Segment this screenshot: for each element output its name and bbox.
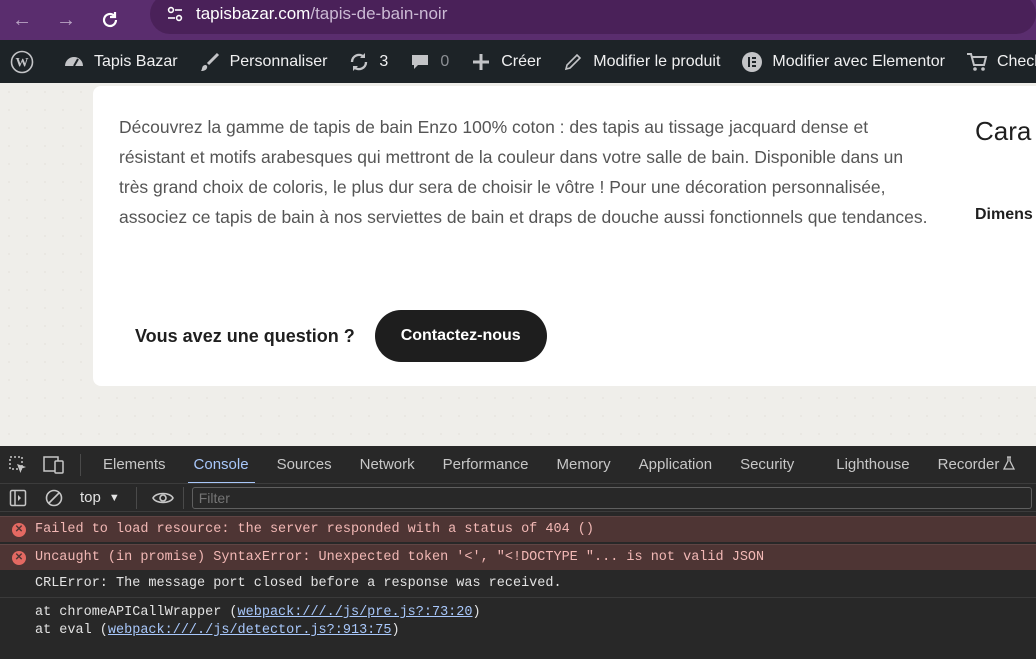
- updates-count: 3: [379, 52, 389, 70]
- sidebar-icon: [9, 489, 27, 506]
- frame-prefix: at eval (: [35, 623, 108, 638]
- log-message: CRLError: The message port closed before…: [35, 576, 562, 591]
- product-description: Découvrez la gamme de tapis de bain Enzo…: [119, 117, 928, 227]
- inspect-element-button[interactable]: [0, 446, 36, 483]
- wp-new-content[interactable]: Créer: [459, 40, 551, 83]
- customize-label: Personnaliser: [229, 52, 328, 70]
- source-link[interactable]: webpack:///./js/detector.js?:913:75: [108, 623, 392, 638]
- toolbar-divider: [182, 486, 184, 509]
- pencil-icon: [561, 50, 585, 74]
- frame-suffix: ): [391, 623, 400, 638]
- console-sidebar-button[interactable]: [0, 484, 36, 512]
- tab-elements[interactable]: Elements: [89, 446, 180, 483]
- svg-text:W: W: [16, 54, 29, 69]
- console-output: ✕ Failed to load resource: the server re…: [0, 516, 1036, 640]
- error-message: Failed to load resource: the server resp…: [35, 522, 594, 537]
- site-name-label: Tapis Bazar: [94, 52, 178, 70]
- tab-memory[interactable]: Memory: [543, 446, 625, 483]
- back-button[interactable]: ←: [0, 0, 44, 40]
- frame-suffix: ): [472, 605, 481, 620]
- toolbar-divider: [135, 486, 137, 509]
- comments-count: 0: [440, 52, 450, 70]
- url-domain: tapisbazar.com: [196, 4, 311, 23]
- devtools-tabbar: Elements Console Sources Network Perform…: [0, 446, 1036, 484]
- flask-icon: [1003, 455, 1016, 474]
- url-path: /tapis-de-bain-noir: [310, 4, 448, 23]
- updates-icon: [347, 50, 371, 74]
- new-label: Créer: [501, 52, 542, 70]
- inspect-icon: [9, 455, 26, 473]
- console-filter-input[interactable]: [191, 486, 1032, 509]
- edit-product-label: Modifier le produit: [593, 52, 721, 70]
- characteristics-title: Cara: [975, 116, 1032, 146]
- edit-elementor-label: Modifier avec Elementor: [772, 52, 945, 70]
- dimensions-label: Dimens: [975, 206, 1033, 223]
- tab-recorder[interactable]: Recorder: [924, 446, 1030, 483]
- console-error-row: ✕ Failed to load resource: the server re…: [0, 516, 1036, 542]
- source-link[interactable]: webpack:///./js/pre.js?:73:20: [238, 605, 473, 620]
- tab-console[interactable]: Console: [180, 446, 263, 483]
- wp-admin-bar: W Tapis Bazar Personnaliser 3 0 Créer Mo…: [0, 40, 1036, 83]
- stack-frame: at eval (webpack:///./js/detector.js?:91…: [35, 622, 1036, 640]
- device-icon: [43, 455, 64, 474]
- wp-logo-menu[interactable]: W: [0, 40, 52, 83]
- cart-icon: [965, 50, 989, 74]
- arrow-right-icon: →: [56, 8, 76, 31]
- caret-down-icon: ▼: [108, 491, 120, 504]
- product-description-card: Découvrez la gamme de tapis de bain Enzo…: [93, 86, 1036, 386]
- wp-edit-product[interactable]: Modifier le produit: [551, 40, 730, 83]
- wp-site-name[interactable]: Tapis Bazar: [52, 40, 188, 83]
- live-expression-button[interactable]: [145, 484, 181, 512]
- wp-edit-elementor[interactable]: Modifier avec Elementor: [730, 40, 955, 83]
- tab-network[interactable]: Network: [346, 446, 429, 483]
- question-text: Vous avez une question ?: [135, 325, 355, 346]
- stack-trace: at chromeAPICallWrapper (webpack:///./js…: [0, 598, 1036, 640]
- forward-button[interactable]: →: [44, 0, 88, 40]
- reload-button[interactable]: [88, 0, 132, 40]
- brush-icon: [198, 50, 222, 74]
- context-selector[interactable]: top ▼: [72, 489, 128, 506]
- wp-updates[interactable]: 3: [337, 40, 398, 83]
- arrow-left-icon: ←: [12, 8, 32, 31]
- recorder-label: Recorder: [937, 456, 1000, 473]
- elementor-icon: [740, 50, 764, 74]
- device-toolbar-button[interactable]: [36, 446, 72, 483]
- console-toolbar: top ▼: [0, 484, 1036, 512]
- toolbar-divider: [80, 453, 81, 476]
- wp-comments[interactable]: 0: [398, 40, 459, 83]
- context-label: top: [80, 489, 101, 506]
- console-log-row: CRLError: The message port closed before…: [0, 570, 1036, 598]
- devtools-panel: Elements Console Sources Network Perform…: [0, 446, 1036, 659]
- checkout-label: Checkout: [996, 52, 1036, 70]
- wordpress-icon: W: [10, 50, 34, 74]
- tab-application[interactable]: Application: [625, 446, 726, 483]
- stack-frame: at chromeAPICallWrapper (webpack:///./js…: [35, 604, 1036, 622]
- tab-security[interactable]: Security: [726, 446, 808, 483]
- console-error-row: ✕ Uncaught (in promise) SyntaxError: Une…: [0, 544, 1036, 570]
- tab-sources[interactable]: Sources: [263, 446, 346, 483]
- browser-toolbar: ← → tapisbazar.com/tapis-de-bain-noir: [0, 0, 1036, 40]
- address-bar[interactable]: tapisbazar.com/tapis-de-bain-noir: [150, 0, 1036, 34]
- wp-checkout[interactable]: Checkout: [955, 40, 1036, 83]
- plus-icon: [469, 50, 493, 74]
- frame-prefix: at chromeAPICallWrapper (: [35, 605, 238, 620]
- site-settings-icon[interactable]: [164, 3, 186, 25]
- comment-icon: [408, 50, 432, 74]
- error-message: Uncaught (in promise) SyntaxError: Unexp…: [35, 550, 765, 565]
- wp-customize[interactable]: Personnaliser: [188, 40, 338, 83]
- page-content: Découvrez la gamme de tapis de bain Enzo…: [0, 83, 1036, 446]
- eye-icon: [151, 492, 174, 503]
- clear-console-button[interactable]: [36, 484, 72, 512]
- block-icon: [45, 489, 63, 506]
- error-icon: ✕: [12, 522, 26, 537]
- contact-button[interactable]: Contactez-nous: [374, 310, 547, 362]
- reload-icon: [102, 12, 118, 28]
- tab-lighthouse[interactable]: Lighthouse: [822, 446, 923, 483]
- dashboard-icon: [62, 50, 86, 74]
- url-text: tapisbazar.com/tapis-de-bain-noir: [196, 4, 447, 24]
- error-icon: ✕: [12, 550, 26, 565]
- question-row: Vous avez une question ? Contactez-nous: [135, 310, 547, 362]
- tab-performance[interactable]: Performance: [429, 446, 543, 483]
